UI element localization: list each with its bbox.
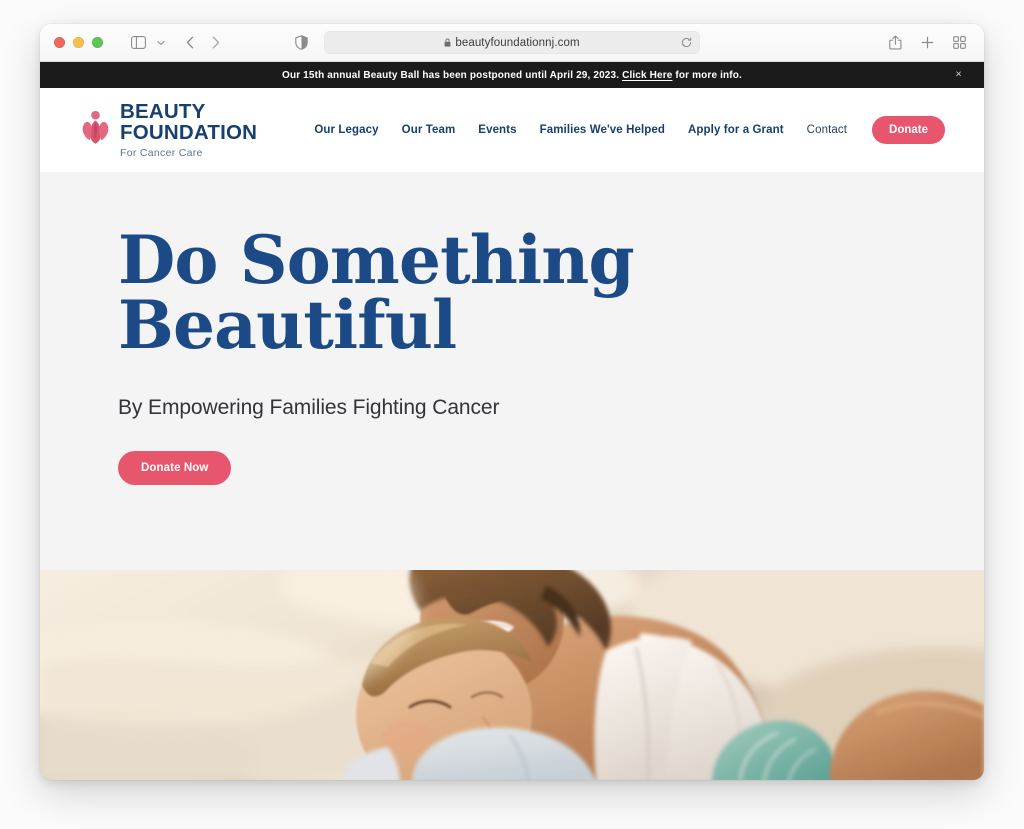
nav-item-events[interactable]: Events — [478, 124, 516, 136]
address-content: beautyfoundationnj.com — [444, 36, 580, 49]
toolbar-right-controls — [884, 31, 970, 55]
brand-line-1: BEAUTY — [120, 99, 206, 123]
page-viewport: Our 15th annual Beauty Ball has been pos… — [40, 62, 984, 780]
sidebar-chevron-down-icon[interactable] — [154, 31, 168, 55]
privacy-controls — [288, 31, 314, 55]
brand-line-2: FOUNDATION — [120, 121, 258, 145]
sidebar-toggle-icon[interactable] — [125, 31, 151, 55]
main-navigation: Our Legacy Our Team Events Families We'v… — [314, 116, 945, 144]
announcement-banner: Our 15th annual Beauty Ball has been pos… — [40, 62, 984, 88]
announcement-link[interactable]: Click Here — [622, 70, 672, 81]
site-header: BEAUTY FOUNDATION For Cancer Care Our Le… — [40, 88, 984, 172]
hero-photo — [40, 570, 984, 780]
lock-icon — [444, 38, 451, 47]
hero-photo-illustration — [40, 570, 984, 780]
announcement-text: Our 15th annual Beauty Ball has been pos… — [282, 70, 742, 81]
window-controls — [54, 37, 103, 48]
hero-subtitle: By Empowering Families Fighting Cancer — [118, 395, 500, 419]
flower-logo-icon — [80, 110, 111, 151]
minimize-window-button[interactable] — [73, 37, 84, 48]
announcement-prefix: Our 15th annual Beauty Ball has been pos… — [282, 69, 623, 81]
brand-tagline: For Cancer Care — [120, 146, 203, 159]
close-window-button[interactable] — [54, 37, 65, 48]
share-icon[interactable] — [884, 31, 906, 55]
hero-title-line-2: Beautiful — [118, 286, 457, 365]
donate-button[interactable]: Donate — [872, 116, 945, 144]
hero-title: Do Something Beautiful — [118, 227, 944, 365]
browser-toolbar: beautyfoundationnj.com — [40, 24, 984, 62]
donate-now-button[interactable]: Donate Now — [118, 450, 232, 485]
close-icon[interactable]: × — [955, 69, 962, 81]
hero-content: Do Something Beautiful By Empowering Fam… — [80, 227, 944, 485]
zoom-window-button[interactable] — [92, 37, 103, 48]
nav-item-apply-for-a-grant[interactable]: Apply for a Grant — [688, 124, 784, 136]
browser-window: beautyfoundationnj.com Our 15th annual B… — [40, 24, 984, 780]
nav-item-our-team[interactable]: Our Team — [402, 124, 456, 136]
back-button[interactable] — [178, 31, 202, 55]
nav-item-contact[interactable]: Contact — [807, 124, 847, 136]
shield-icon[interactable] — [288, 31, 314, 55]
tab-overview-icon[interactable] — [948, 31, 970, 55]
hero-section: Do Something Beautiful By Empowering Fam… — [40, 172, 984, 570]
nav-item-families-weve-helped[interactable]: Families We've Helped — [540, 124, 665, 136]
url-text: beautyfoundationnj.com — [455, 36, 580, 49]
announcement-suffix: for more info. — [672, 69, 742, 81]
address-bar[interactable]: beautyfoundationnj.com — [324, 31, 700, 54]
navigation-arrows — [178, 31, 228, 55]
sidebar-controls — [125, 31, 168, 55]
nav-item-our-legacy[interactable]: Our Legacy — [314, 124, 378, 136]
brand-logo[interactable]: BEAUTY FOUNDATION For Cancer Care — [80, 99, 258, 159]
forward-button[interactable] — [204, 31, 228, 55]
reload-icon[interactable] — [681, 37, 692, 48]
address-bar-container: beautyfoundationnj.com — [324, 31, 700, 54]
brand-wordmark: BEAUTY FOUNDATION For Cancer Care — [120, 99, 258, 159]
new-tab-icon[interactable] — [916, 31, 938, 55]
